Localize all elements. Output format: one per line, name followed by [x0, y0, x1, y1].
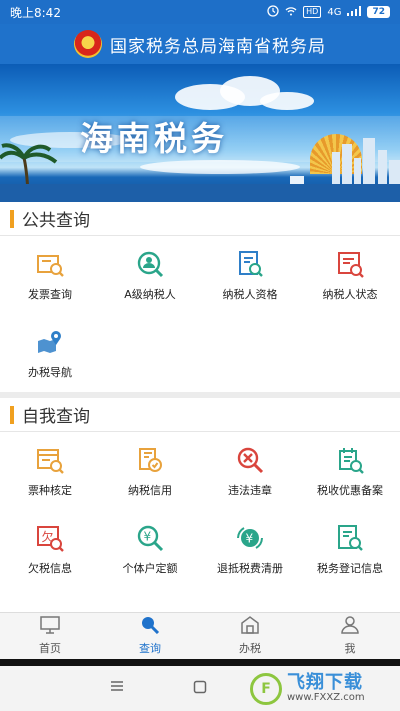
- public-query-header: 公共查询: [0, 202, 400, 236]
- violation-button[interactable]: 违法违章: [200, 432, 300, 510]
- wifi-icon: [285, 6, 297, 19]
- grid-item-label: 纳税信用: [128, 484, 172, 497]
- grid-item-label: 办税导航: [28, 366, 72, 379]
- office-icon: [240, 616, 260, 637]
- app-header: 国家税务总局海南省税务局: [0, 24, 400, 64]
- refund-list-icon: ¥: [234, 522, 266, 554]
- feixiang-logo-icon: F: [250, 673, 282, 705]
- grid-item-label: 违法违章: [228, 484, 272, 497]
- tax-arrears-button[interactable]: 欠 欠税信息: [0, 510, 100, 588]
- tax-registration-icon: [334, 522, 366, 554]
- grid-item-label: A级纳税人: [124, 288, 176, 301]
- page-title: 国家税务总局海南省税务局: [110, 36, 326, 57]
- tax-registration-button[interactable]: 税务登记信息: [300, 510, 400, 588]
- grid-item-label: 票种核定: [28, 484, 72, 497]
- individual-quota-icon: ¥: [134, 522, 166, 554]
- tab-query[interactable]: 查询: [100, 613, 200, 659]
- grid-item-label: 纳税人资格: [222, 288, 278, 301]
- battery-level: 72: [367, 6, 390, 18]
- invoice-search-icon: [34, 248, 66, 280]
- tab-label: 首页: [39, 642, 61, 655]
- tab-label: 查询: [139, 642, 161, 655]
- refund-list-button[interactable]: ¥ 退抵税费清册: [200, 510, 300, 588]
- tax-credit-button[interactable]: 纳税信用: [100, 432, 200, 510]
- invoice-query-button[interactable]: 发票查询: [0, 236, 100, 314]
- a-grade-taxpayer-icon: [134, 248, 166, 280]
- section-title: 自我查询: [22, 407, 90, 427]
- home-square-icon[interactable]: [193, 680, 207, 698]
- status-time: 晚上8:42: [10, 5, 61, 20]
- network-label: 4G: [327, 6, 342, 18]
- banner-title: 海南税务: [80, 119, 228, 158]
- watermark-url: www.FXXZ.com: [287, 692, 365, 704]
- a-grade-taxpayer-button[interactable]: A级纳税人: [100, 236, 200, 314]
- tab-label: 我: [344, 642, 356, 655]
- grid-item-label: 税务登记信息: [317, 562, 383, 575]
- map-navigation-icon: [34, 326, 66, 358]
- search-icon: [140, 616, 160, 637]
- tax-preference-icon: [334, 444, 366, 476]
- grid-item-label: 税收优惠备案: [317, 484, 383, 497]
- home-monitor-icon: [40, 616, 60, 637]
- ticket-type-icon: [34, 444, 66, 476]
- status-bar: 晚上8:42 HD 4G 72: [0, 0, 400, 24]
- hd-badge: HD: [303, 6, 322, 18]
- taxpayer-status-icon: [334, 248, 366, 280]
- hero-banner: 海南税务: [0, 64, 400, 202]
- grid-item-label: 个体户定额: [122, 562, 178, 575]
- ticket-type-button[interactable]: 票种核定: [0, 432, 100, 510]
- tax-preference-button[interactable]: 税收优惠备案: [300, 432, 400, 510]
- taxpayer-status-button[interactable]: 纳税人状态: [300, 236, 400, 314]
- self-query-section: 自我查询 票种核定 纳税信用 违法违章 税收优惠备案 欠 欠税信息 ¥ 个体户定…: [0, 398, 400, 612]
- signal-icon: [347, 5, 362, 19]
- individual-quota-button[interactable]: ¥ 个体户定额: [100, 510, 200, 588]
- tax-arrears-icon: 欠: [34, 522, 66, 554]
- national-emblem-icon: [74, 30, 102, 58]
- site-watermark: F 飞翔下载 www.FXXZ.com: [250, 668, 398, 710]
- taxpayer-qualification-button[interactable]: 纳税人资格: [200, 236, 300, 314]
- grid-item-label: 纳税人状态: [322, 288, 378, 301]
- status-icons: HD 4G 72: [267, 4, 390, 20]
- violation-icon: [234, 444, 266, 476]
- public-query-section: 公共查询 发票查询 A级纳税人 纳税人资格 纳税人状态 办税导航: [0, 202, 400, 392]
- tab-home[interactable]: 首页: [0, 613, 100, 659]
- svg-text:¥: ¥: [144, 530, 152, 544]
- watermark-name: 飞翔下载: [287, 672, 363, 694]
- user-icon: [340, 616, 360, 637]
- tax-credit-icon: [134, 444, 166, 476]
- grid-item-label: 欠税信息: [28, 562, 72, 575]
- tab-office[interactable]: 办税: [200, 613, 300, 659]
- bottom-tab-bar: 首页 查询 办税 我: [0, 612, 400, 659]
- tab-label: 办税: [239, 642, 261, 655]
- grid-item-label: 发票查询: [28, 288, 72, 301]
- section-title: 公共查询: [22, 211, 90, 231]
- tax-navigation-button[interactable]: 办税导航: [0, 314, 100, 392]
- svg-text:¥: ¥: [246, 532, 254, 546]
- clock-icon: [267, 4, 279, 20]
- self-query-header: 自我查询: [0, 398, 400, 432]
- tab-me[interactable]: 我: [300, 613, 400, 659]
- taxpayer-qualification-icon: [234, 248, 266, 280]
- menu-icon[interactable]: [110, 680, 124, 696]
- grid-item-label: 退抵税费清册: [217, 562, 283, 575]
